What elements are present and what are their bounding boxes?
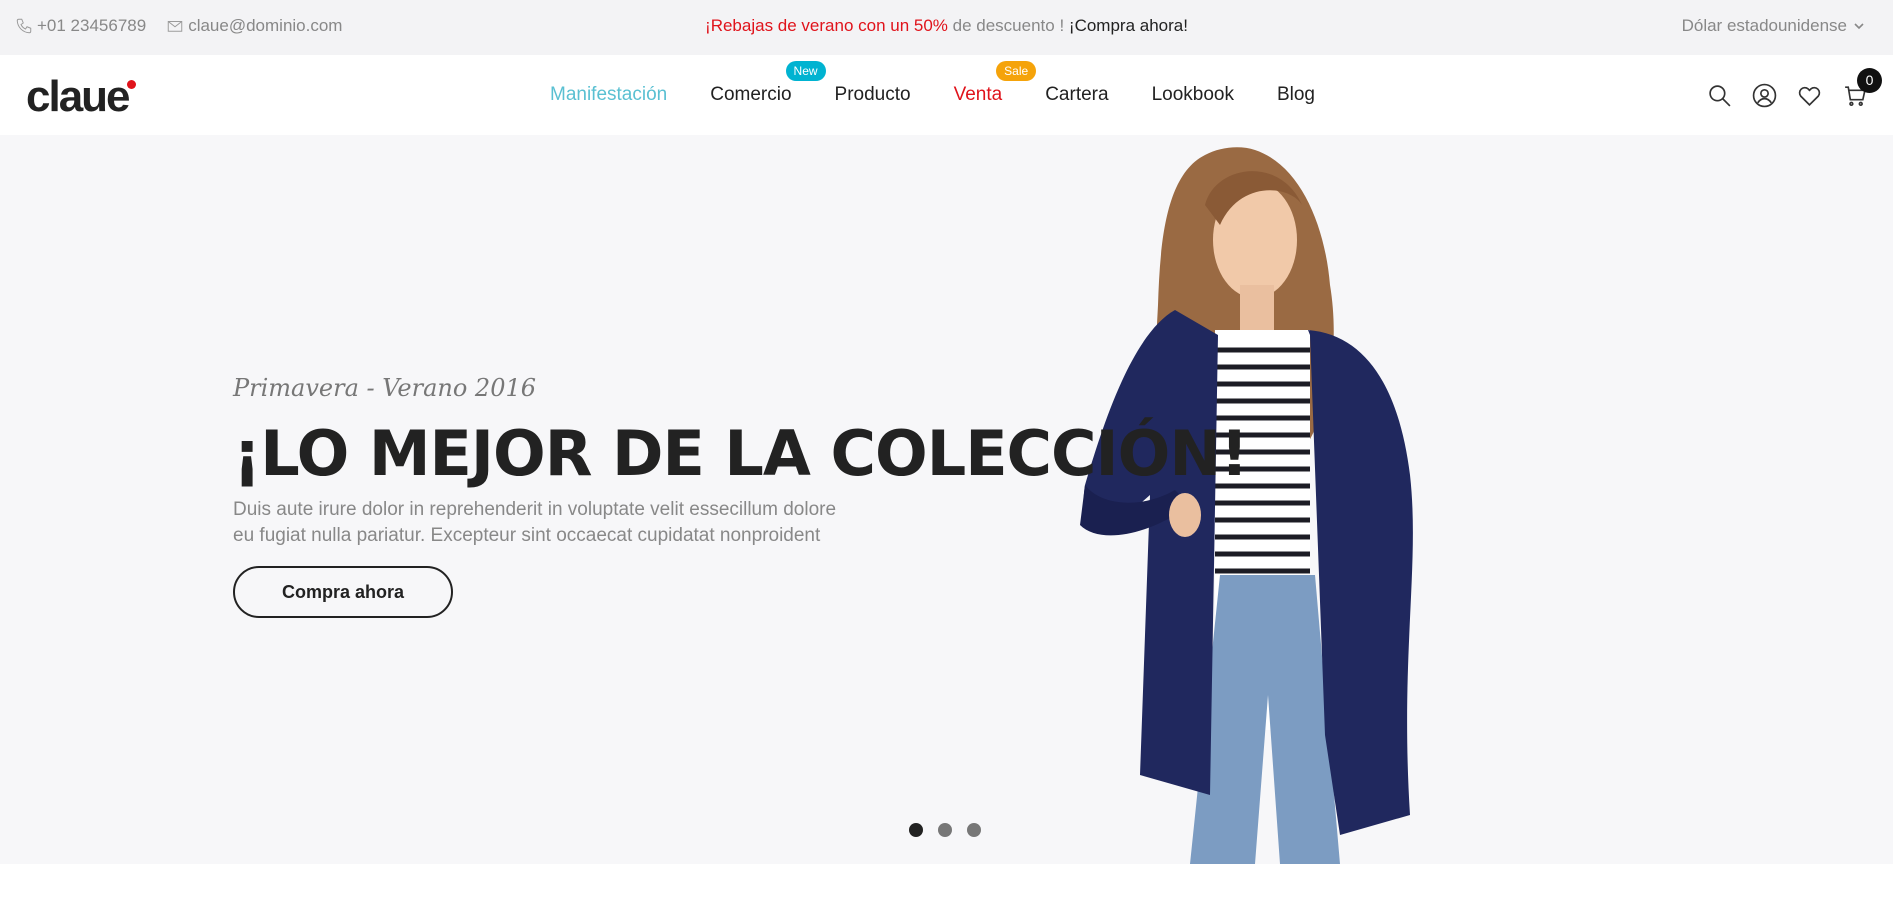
nav-item-lookbook[interactable]: Lookbook: [1152, 84, 1234, 106]
nav-item-venta[interactable]: Venta Sale: [953, 61, 1037, 106]
slider-dot[interactable]: [909, 823, 923, 837]
cart-count-badge: 0: [1857, 67, 1882, 93]
nav-label: Blog: [1276, 84, 1315, 105]
hero-description: Duis aute irure dolor in reprehenderit i…: [233, 497, 933, 549]
user-icon: [1752, 83, 1777, 107]
promo-text: de descuento !: [947, 16, 1069, 35]
heart-icon: [1798, 86, 1821, 106]
hero-description-line: eu fugiat nulla pariatur. Excepteur sint…: [233, 525, 821, 546]
promo-highlight: ¡Rebajas de verano con un 50%: [705, 16, 948, 35]
nav-label: Venta: [953, 84, 1003, 105]
chevron-down-icon: [1854, 23, 1864, 30]
hero-slider: Primavera - Verano 2016 ¡LO MEJOR DE LA …: [0, 135, 1893, 864]
nav-label: Lookbook: [1151, 84, 1234, 105]
nav-item-manifestacion[interactable]: Manifestación: [550, 84, 667, 106]
top-bar: +01 23456789 claue@dominio.com ¡Rebajas …: [0, 0, 1893, 55]
account-button[interactable]: [1752, 83, 1777, 108]
hero-title: ¡LO MEJOR DE LA COLECCIÓN!: [233, 417, 1248, 490]
nav-label: Manifestación: [550, 84, 668, 105]
promo-banner: ¡Rebajas de verano con un 50% de descuen…: [0, 0, 1893, 52]
new-badge: New: [785, 61, 826, 81]
nav-item-cartera[interactable]: Cartera: [1045, 84, 1108, 106]
slider-dot[interactable]: [938, 823, 952, 837]
search-button[interactable]: [1707, 83, 1732, 108]
hero-description-line: Duis aute irure dolor in reprehenderit i…: [233, 499, 837, 520]
search-icon: [1709, 84, 1731, 107]
logo-dot: [126, 80, 136, 89]
currency-label: Dólar estadounidense: [1681, 16, 1847, 35]
currency-selector[interactable]: Dólar estadounidense: [1682, 0, 1865, 52]
wishlist-button[interactable]: [1797, 83, 1822, 108]
nav-item-producto[interactable]: Producto: [835, 84, 911, 106]
main-nav: Manifestación Comercio New Producto Vent…: [550, 55, 1358, 135]
cart-button[interactable]: 0: [1842, 67, 1882, 108]
nav-label: Producto: [834, 84, 911, 105]
nav-item-blog[interactable]: Blog: [1277, 84, 1315, 106]
hero-model-image: [1080, 147, 1413, 864]
sale-badge: Sale: [996, 61, 1037, 81]
promo-link[interactable]: ¡Compra ahora!: [1069, 16, 1188, 36]
nav-label: Comercio: [710, 84, 792, 105]
shop-now-button[interactable]: Compra ahora: [233, 566, 453, 618]
site-logo[interactable]: claue: [26, 73, 136, 119]
main-header: claue Manifestación Comercio New Product…: [0, 55, 1893, 135]
hero-subtitle: Primavera - Verano 2016: [233, 374, 536, 402]
slider-dots: [909, 823, 981, 837]
header-actions: 0: [1707, 55, 1882, 135]
nav-label: Cartera: [1045, 84, 1109, 105]
slider-dot[interactable]: [967, 823, 981, 837]
logo-text: claue: [26, 72, 131, 121]
nav-item-comercio[interactable]: Comercio New: [710, 61, 826, 106]
